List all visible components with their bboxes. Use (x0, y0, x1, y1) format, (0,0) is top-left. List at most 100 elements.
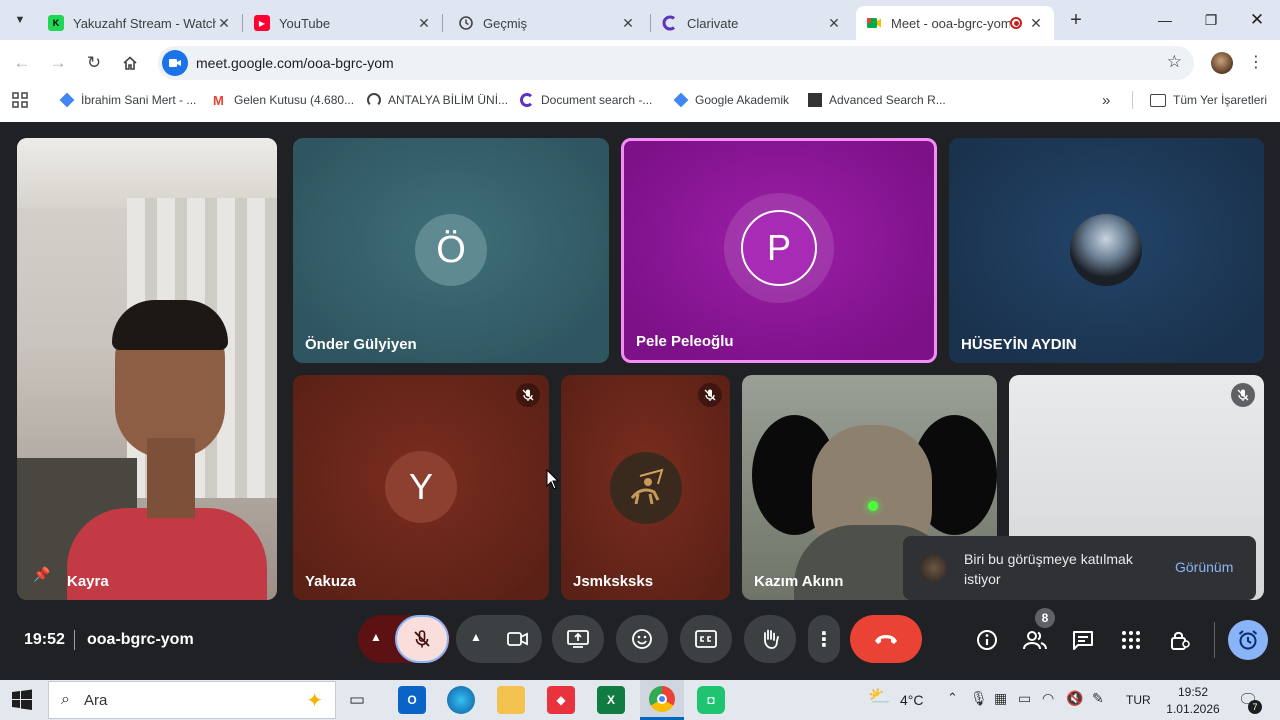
meet-app-icon[interactable]: ◘ (697, 686, 725, 714)
wifi-icon[interactable]: ◠ (1042, 690, 1054, 707)
people-button[interactable]: 8 (1017, 608, 1055, 658)
participant-tile-jsmksksks[interactable]: Jsmksksks (561, 375, 730, 600)
camera-options-button[interactable]: ▲ (470, 630, 482, 644)
volume-muted-icon[interactable]: 🔇 (1066, 690, 1083, 707)
mic-options-button[interactable]: ▲ (370, 630, 382, 644)
pen-icon[interactable]: ✎ (1092, 690, 1104, 707)
battery-icon[interactable]: ▭ (1018, 690, 1031, 707)
close-icon[interactable]: ✕ (620, 15, 636, 32)
excel-icon[interactable]: X (597, 686, 625, 714)
close-icon[interactable]: ✕ (216, 15, 232, 32)
chrome-taskbar-button[interactable] (640, 680, 684, 720)
minimize-button[interactable]: — (1142, 0, 1188, 40)
camera-toggle-button[interactable] (500, 625, 536, 653)
file-explorer-icon[interactable] (497, 686, 525, 714)
browser-menu-icon[interactable]: ⋮ (1248, 52, 1264, 72)
raise-hand-button[interactable] (744, 615, 796, 663)
input-language[interactable]: TUR (1126, 693, 1151, 707)
tab-history[interactable]: Geçmiş ✕ (448, 6, 646, 40)
window-close-button[interactable]: ✕ (1234, 0, 1280, 40)
close-icon[interactable]: ✕ (826, 15, 842, 32)
captions-button[interactable] (680, 615, 732, 663)
avatar (610, 452, 682, 524)
tab-clarivate[interactable]: Clarivate ✕ (652, 6, 852, 40)
avatar: P (741, 210, 817, 286)
people-icon (1023, 631, 1047, 650)
taskbar-search-box[interactable]: ⌕ Ara ✦ (48, 681, 336, 719)
reload-button[interactable]: ↻ (80, 49, 108, 77)
globe-icon (367, 93, 381, 107)
bookmark-item[interactable]: ANTALYA BİLİM ÜNİ... (367, 86, 508, 114)
tab-youtube[interactable]: ▶ YouTube ✕ (244, 6, 442, 40)
browser-toolbar: ← → ↻ meet.google.com/ooa-bgrc-yom ☆ ⋮ (0, 40, 1280, 86)
address-bar[interactable]: meet.google.com/ooa-bgrc-yom ☆ (158, 46, 1194, 80)
mic-toggle-button[interactable] (395, 615, 449, 663)
notification-count-badge: 7 (1248, 700, 1262, 714)
home-button[interactable] (116, 49, 144, 77)
reactions-button[interactable] (616, 615, 668, 663)
site-info-icon[interactable] (162, 50, 188, 76)
profile-avatar[interactable] (1211, 52, 1233, 74)
participant-tile-yakuza[interactable]: Y Yakuza (293, 375, 549, 600)
pin-icon: 📌 (33, 566, 51, 582)
home-icon (123, 56, 137, 70)
restore-button[interactable]: ❐ (1188, 0, 1234, 40)
timer-button[interactable] (1228, 620, 1268, 660)
chat-button[interactable] (1065, 622, 1101, 658)
bookmark-item[interactable]: Google Akademik (673, 86, 789, 114)
task-view-icon[interactable]: ▭ (349, 690, 365, 710)
meeting-info-button[interactable] (969, 622, 1005, 658)
participant-tile-huseyin[interactable]: HÜSEYİN AYDIN (949, 138, 1264, 363)
participant-tile-pele[interactable]: P Pele Peleoğlu (621, 138, 937, 363)
raise-hand-icon (764, 629, 779, 649)
avatar (921, 555, 947, 581)
youtube-icon: ▶ (254, 15, 270, 31)
more-bookmarks-icon[interactable]: » (1102, 86, 1110, 114)
bookmark-item[interactable]: Advanced Search R... (808, 86, 946, 114)
mouse-cursor-icon (546, 469, 560, 489)
tab-yakuzahf[interactable]: K Yakuzahf Stream - Watch ✕ (38, 6, 242, 40)
outlook-icon[interactable]: O (398, 686, 426, 714)
apps-icon[interactable] (12, 86, 28, 114)
search-icon: ⌕ (61, 691, 70, 708)
weather-temp[interactable]: 4°C (900, 692, 924, 708)
search-placeholder: Ara (83, 691, 108, 709)
activities-button[interactable] (1113, 622, 1149, 658)
anydesk-icon[interactable]: ◆ (547, 686, 575, 714)
tray-overflow-icon[interactable]: ⌃ (947, 690, 958, 706)
present-screen-icon (567, 630, 589, 648)
participant-tile-onder[interactable]: Ö Önder Gülyiyen (293, 138, 609, 363)
meet-icon (866, 15, 882, 31)
more-options-button[interactable]: ⋮ (808, 615, 840, 663)
tab-meet[interactable]: Meet - ooa-bgrc-yom ✕ (856, 6, 1054, 40)
edge-icon[interactable] (447, 686, 475, 714)
bookmark-item[interactable]: M Gelen Kutusu (4.680... (213, 86, 354, 114)
more-vert-icon: ⋮ (814, 628, 834, 651)
leave-call-button[interactable] (850, 615, 922, 663)
meeting-time: 19:52 (24, 631, 65, 648)
back-button[interactable]: ← (8, 49, 36, 77)
participant-tile-kayra[interactable]: 📌 Kayra (17, 138, 277, 600)
system-clock[interactable]: 19:52 1.01.2026 (1163, 684, 1223, 718)
windows-start-icon[interactable] (10, 688, 34, 717)
all-bookmarks-folder[interactable]: Tüm Yer İşaretleri (1150, 86, 1267, 114)
tab-search-button[interactable]: ▼ (8, 8, 32, 32)
host-controls-button[interactable] (1162, 622, 1198, 658)
emoji-icon (632, 629, 652, 649)
bookmark-star-icon[interactable]: ☆ (1167, 52, 1182, 72)
join-request-toast: Biri bu görüşmeye katılmak istiyor Görün… (903, 536, 1256, 600)
device-tray-icon[interactable]: ▦ (994, 690, 1007, 707)
tab-strip: ▼ K Yakuzahf Stream - Watch ✕ ▶ YouTube … (0, 0, 1280, 40)
bookmark-item[interactable]: İbrahim Sani Mert - ... (59, 86, 196, 114)
hang-up-icon (875, 635, 897, 644)
close-icon[interactable]: ✕ (416, 15, 432, 32)
new-tab-button[interactable]: + (1064, 8, 1088, 32)
folder-icon (1150, 93, 1166, 107)
close-icon[interactable]: ✕ (1028, 15, 1044, 32)
present-screen-button[interactable] (552, 615, 604, 663)
view-request-button[interactable]: Görünüm (1175, 559, 1233, 575)
weather-icon: ⛅ (868, 686, 891, 706)
microphone-tray-icon[interactable]: 🎙 (970, 690, 988, 707)
bookmark-item[interactable]: Document search -... (520, 86, 652, 114)
forward-button[interactable]: → (44, 49, 72, 77)
